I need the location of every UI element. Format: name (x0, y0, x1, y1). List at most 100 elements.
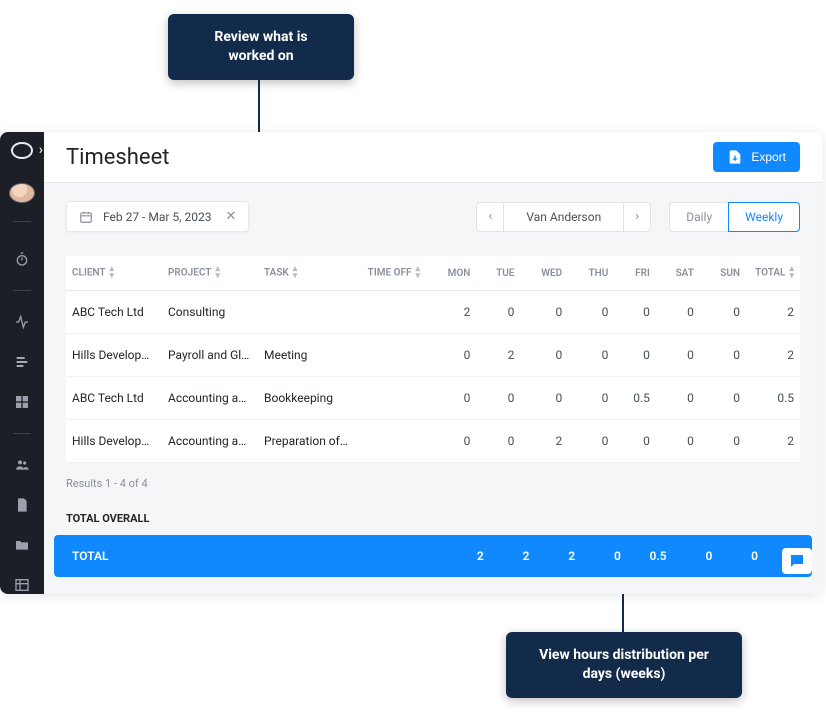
users-icon[interactable] (13, 456, 31, 474)
activity-icon[interactable] (13, 313, 31, 331)
cell-fri: 0 (614, 334, 656, 377)
cell-total: 2 (746, 334, 800, 377)
cell-wed: 0 (520, 377, 568, 420)
cell-tue: 0 (476, 291, 520, 334)
total-tue: 2 (490, 549, 536, 563)
toggle-weekly[interactable]: Weekly (728, 202, 800, 232)
cell-client: Hills Development (66, 420, 162, 463)
sort-icon: ▴▾ (415, 266, 420, 280)
cell-project: Accounting and … (162, 377, 258, 420)
cell-time_off (354, 377, 426, 420)
app-logo-icon (11, 142, 33, 159)
col-fri[interactable]: FRI (614, 256, 656, 291)
table-row[interactable]: Hills DevelopmentAccounting and …Prepara… (66, 420, 800, 463)
col-sat[interactable]: SAT (656, 256, 700, 291)
cell-mon: 0 (426, 377, 476, 420)
col-mon[interactable]: MON (426, 256, 476, 291)
prev-user-button[interactable]: ‹ (476, 202, 504, 232)
list-icon[interactable] (13, 353, 31, 371)
cell-project: Consulting (162, 291, 258, 334)
cell-fri: 0 (614, 420, 656, 463)
cell-project: Payroll and Glob… (162, 334, 258, 377)
col-timeoff[interactable]: TIME OFF▴▾ (354, 256, 426, 291)
cell-wed: 0 (520, 291, 568, 334)
export-button[interactable]: Export (713, 142, 800, 172)
toggle-daily[interactable]: Daily (669, 202, 728, 232)
cell-sat: 0 (656, 420, 700, 463)
calendar-icon (79, 210, 93, 224)
cell-sun: 0 (700, 377, 746, 420)
col-client[interactable]: CLIENT▴▾ (66, 256, 162, 291)
cell-task (258, 291, 354, 334)
cell-fri: 0 (614, 291, 656, 334)
cell-total: 0.5 (746, 377, 800, 420)
sort-icon: ▴▾ (215, 266, 220, 280)
cell-wed: 2 (520, 420, 568, 463)
export-icon (727, 149, 743, 165)
cell-total: 2 (746, 420, 800, 463)
cell-client: ABC Tech Ltd (66, 377, 162, 420)
sidebar-divider (13, 221, 31, 222)
total-fri: 0.5 (627, 549, 673, 563)
app-window: Timesheet Export Feb 27 - Mar 5, 2023 ✕ … (0, 132, 822, 594)
col-tue[interactable]: TUE (476, 256, 520, 291)
cell-time_off (354, 420, 426, 463)
col-wed[interactable]: WED (520, 256, 568, 291)
cell-wed: 0 (520, 334, 568, 377)
col-task[interactable]: TASK▴▾ (258, 256, 354, 291)
sort-icon: ▴▾ (789, 266, 794, 280)
cell-tue: 0 (476, 420, 520, 463)
table-row[interactable]: Hills DevelopmentPayroll and Glob…Meetin… (66, 334, 800, 377)
table-icon[interactable] (13, 576, 31, 594)
table-row[interactable]: ABC Tech LtdConsulting20000002 (66, 291, 800, 334)
next-user-button[interactable]: › (623, 202, 651, 232)
col-total[interactable]: TOTAL▴▾ (746, 256, 800, 291)
cell-sun: 0 (700, 291, 746, 334)
date-range-text: Feb 27 - Mar 5, 2023 (103, 210, 211, 224)
stopwatch-icon[interactable] (13, 250, 31, 268)
user-name[interactable]: Van Anderson (504, 202, 623, 232)
main-content: Timesheet Export Feb 27 - Mar 5, 2023 ✕ … (44, 132, 822, 594)
user-nav: ‹ Van Anderson › (476, 202, 651, 232)
col-project[interactable]: PROJECT▴▾ (162, 256, 258, 291)
cell-sun: 0 (700, 420, 746, 463)
cell-sat: 0 (656, 334, 700, 377)
total-wed: 2 (535, 549, 581, 563)
cell-task: Preparation of a… (258, 420, 354, 463)
cell-client: Hills Development (66, 334, 162, 377)
cell-fri: 0.5 (614, 377, 656, 420)
col-thu[interactable]: THU (568, 256, 614, 291)
sidebar (0, 132, 44, 594)
cell-sat: 0 (656, 291, 700, 334)
controls-bar: Feb 27 - Mar 5, 2023 ✕ ‹ Van Anderson › … (44, 183, 822, 232)
total-mon: 2 (444, 549, 490, 563)
cell-tue: 0 (476, 377, 520, 420)
table-row[interactable]: ABC Tech LtdAccounting and …Bookkeeping 0… (66, 377, 800, 420)
chat-icon[interactable] (782, 548, 812, 574)
results-info: Results 1 - 4 of 4 (66, 477, 800, 490)
cell-sun: 0 (700, 334, 746, 377)
total-sun: 0 (718, 549, 764, 563)
cell-thu: 0 (568, 291, 614, 334)
cell-mon: 0 (426, 420, 476, 463)
cell-time_off (354, 334, 426, 377)
view-toggle: Daily Weekly (669, 202, 800, 232)
cell-sat: 0 (656, 377, 700, 420)
total-overall-label: TOTAL OVERALL (66, 512, 800, 525)
folder-icon[interactable] (13, 536, 31, 554)
cell-thu: 0 (568, 420, 614, 463)
timesheet-table: CLIENT▴▾ PROJECT▴▾ TASK▴▾ TIME OFF▴▾ MON… (66, 256, 800, 463)
cell-time_off (354, 291, 426, 334)
cell-project: Accounting and … (162, 420, 258, 463)
grid-icon[interactable] (13, 393, 31, 411)
sidebar-divider (13, 433, 31, 434)
cell-task: Bookkeeping (258, 377, 354, 420)
cell-mon: 0 (426, 334, 476, 377)
file-icon[interactable] (13, 496, 31, 514)
col-sun[interactable]: SUN (700, 256, 746, 291)
avatar[interactable] (9, 183, 35, 203)
cell-mon: 2 (426, 291, 476, 334)
clear-date-icon[interactable]: ✕ (221, 209, 236, 224)
date-range-picker[interactable]: Feb 27 - Mar 5, 2023 ✕ (66, 201, 249, 232)
cell-total: 2 (746, 291, 800, 334)
